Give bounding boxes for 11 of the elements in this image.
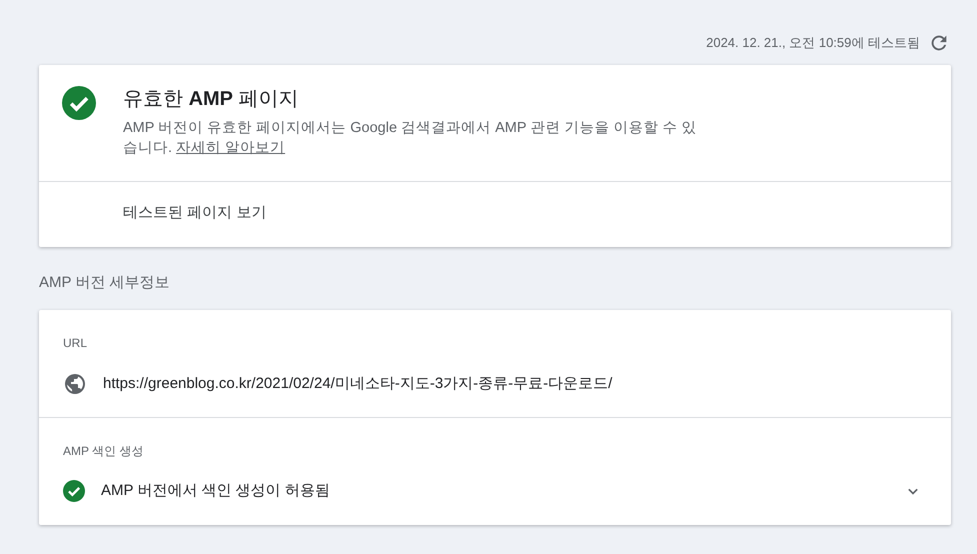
field-label: AMP 색인 생성 xyxy=(63,443,144,460)
section-heading: AMP 버전 세부정보 xyxy=(39,272,171,292)
view-tested-page-link[interactable]: 테스트된 페이지 보기 xyxy=(123,204,266,221)
field-label: URL xyxy=(63,335,88,352)
test-timestamp: 2024. 12. 21., 오전 10:59에 테스트됨 xyxy=(706,34,920,52)
card-description: AMP 버전이 유효한 페이지에서는 Google 검색결과에서 AMP 관련 기능을 이용할 수 있습니다. 자세히 알아보기 xyxy=(123,119,698,158)
status-text: AMP 버전에서 색인 생성이 허용됨 xyxy=(101,481,331,501)
learn-more-link[interactable]: 자세히 알아보기 xyxy=(176,140,286,156)
card-title: 유효한 AMP 페이지 xyxy=(123,87,300,112)
url-text: https://greenblog.co.kr/2021/02/24/미네소타-지도-3가지-종류-무료-다운로드/ xyxy=(103,374,614,394)
globe-icon xyxy=(63,372,87,396)
